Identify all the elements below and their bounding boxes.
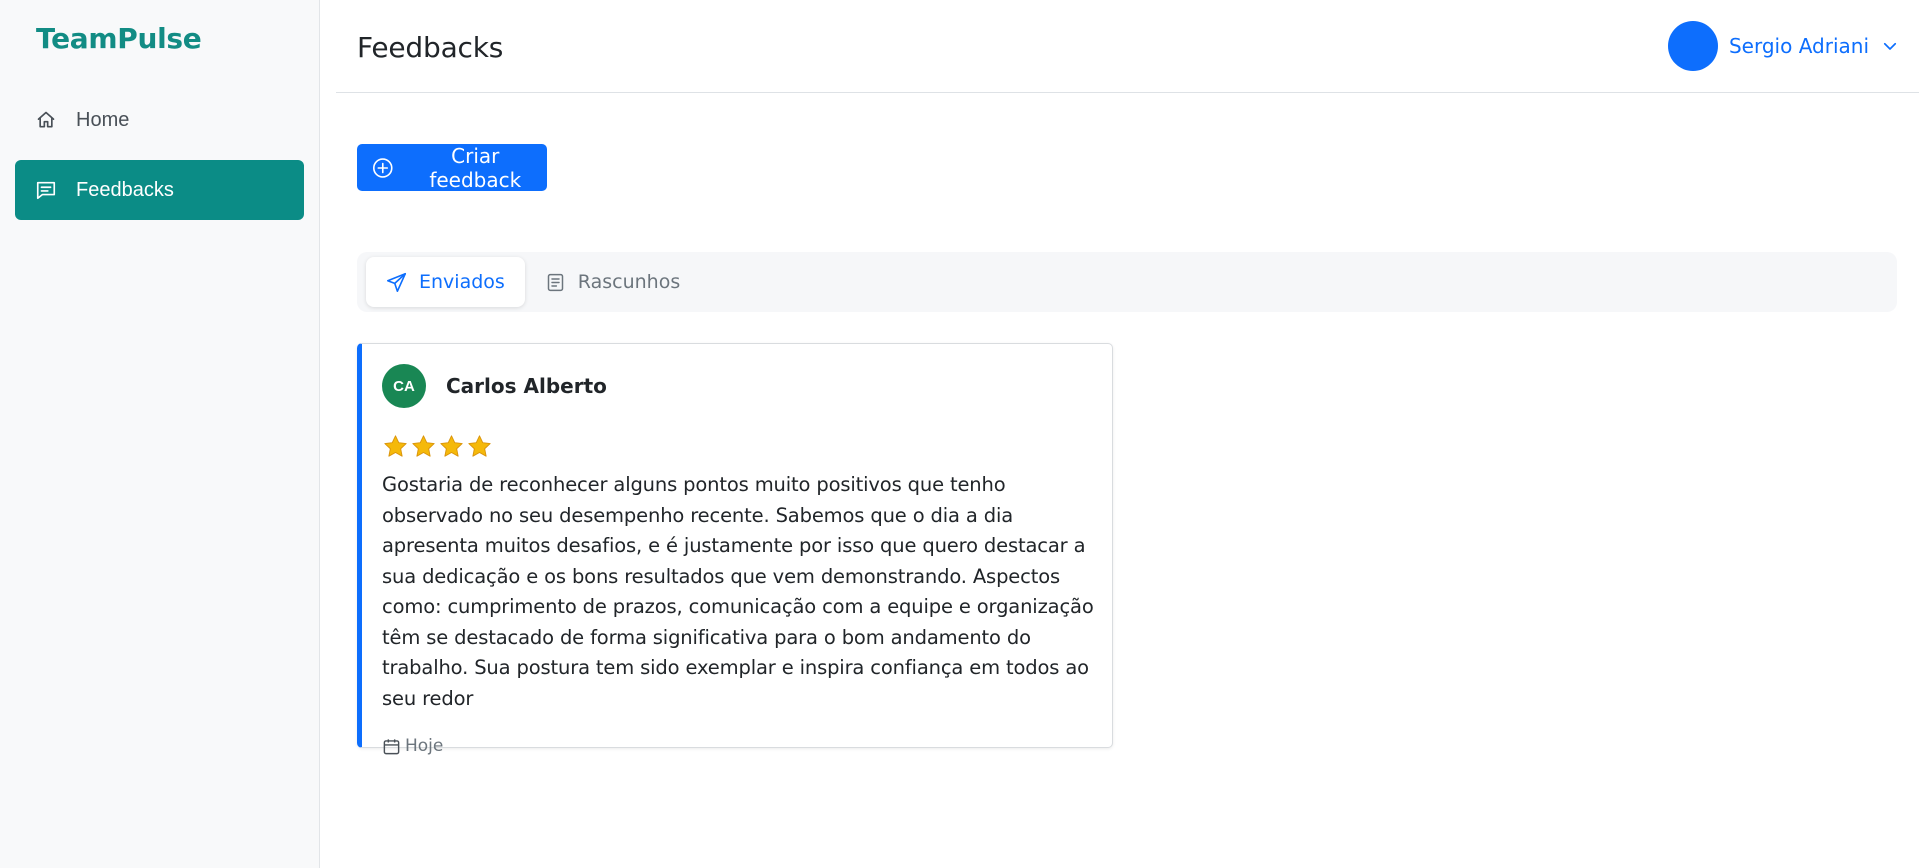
- sidebar-item-feedbacks[interactable]: Feedbacks: [15, 160, 304, 220]
- rating-stars: [382, 432, 1092, 460]
- plus-circle-icon: [372, 157, 393, 178]
- sidebar-item-label: Feedbacks: [76, 178, 174, 201]
- user-menu[interactable]: Sergio Adriani: [1667, 21, 1899, 71]
- tab-enviados[interactable]: Enviados: [366, 257, 525, 307]
- chevron-down-icon[interactable]: [1881, 37, 1899, 55]
- calendar-icon: [383, 738, 400, 754]
- avatar-initials: CA: [382, 364, 426, 408]
- date-label: Hoje: [405, 736, 444, 756]
- feedback-message: Gostaria de reconhecer alguns pontos mui…: [382, 473, 1094, 710]
- tab-label: Rascunhos: [577, 271, 681, 293]
- create-feedback-button[interactable]: Criar feedback: [357, 143, 547, 192]
- star-icon: [440, 434, 463, 457]
- feedback-date: Hoje: [382, 736, 1092, 756]
- star-icon: [468, 434, 491, 457]
- tab-label: Enviados: [419, 271, 505, 293]
- page-title: Feedbacks: [357, 31, 504, 64]
- create-feedback-label: Criar feedback: [429, 143, 522, 192]
- star-icon: [384, 434, 407, 457]
- user-name[interactable]: Sergio Adriani: [1729, 34, 1869, 58]
- feedback-tabs: Enviados Rascunhos: [357, 252, 1897, 312]
- brand-logo[interactable]: TeamPulse: [15, 0, 304, 90]
- draft-icon: [545, 271, 567, 293]
- main-content: Feedbacks Sergio Adriani Criar feedback …: [320, 0, 1920, 868]
- star-icon: [412, 434, 435, 457]
- home-icon: [34, 108, 58, 132]
- sidebar-item-label: Home: [76, 108, 130, 131]
- recipient-name: Carlos Alberto: [446, 374, 607, 398]
- sidebar-item-home[interactable]: Home: [15, 90, 304, 150]
- top-header: Feedbacks Sergio Adriani: [336, 0, 1919, 93]
- tab-rascunhos[interactable]: Rascunhos: [525, 257, 700, 307]
- avatar[interactable]: [1667, 21, 1718, 71]
- app-root: TeamPulse Home Feedbacks Feedbacks Sergi…: [0, 0, 1920, 868]
- card-header: CA Carlos Alberto: [382, 364, 1092, 408]
- send-icon: [386, 271, 408, 293]
- sidebar: TeamPulse Home Feedbacks: [0, 0, 320, 868]
- chat-icon: [34, 178, 58, 202]
- feedback-card[interactable]: CA Carlos Alberto Gostaria de reconhecer…: [357, 343, 1113, 756]
